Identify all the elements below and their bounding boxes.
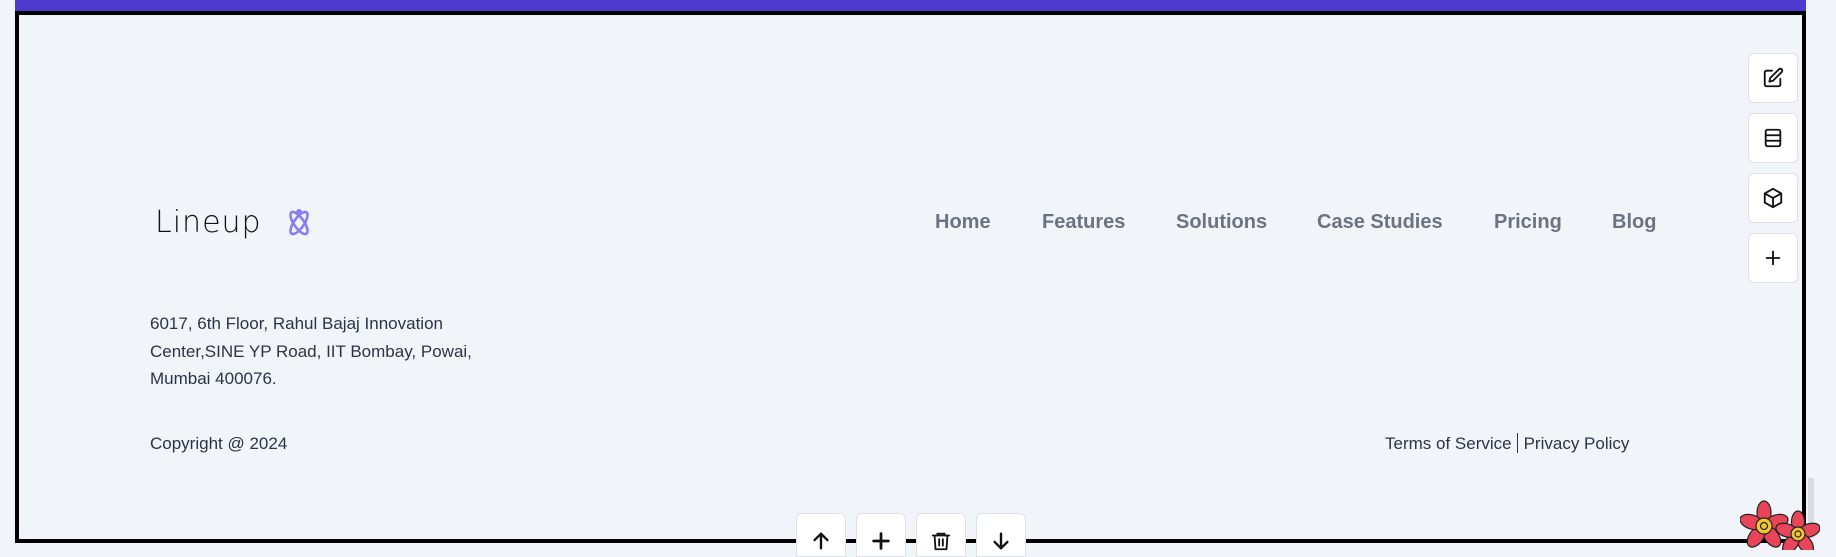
address-line-3: Mumbai 400076. [150,369,277,388]
legal-divider [1512,433,1524,453]
section-layout-button[interactable] [1748,113,1798,163]
delete-section-button[interactable] [916,513,966,557]
nav-link-features[interactable]: Features [1042,208,1125,236]
move-section-down-button[interactable] [976,513,1026,557]
layers-icon [1764,128,1782,148]
terms-of-service-link[interactable]: Terms of Service [1385,434,1512,453]
below-frame-area [15,543,1806,550]
right-gutter [1806,0,1836,550]
nav-link-pricing[interactable]: Pricing [1494,208,1562,236]
add-section-button[interactable] [856,513,906,557]
move-section-up-button[interactable] [796,513,846,557]
accent-top-bar [15,0,1806,11]
legal-links: Terms of Service Privacy Policy [1385,431,1629,457]
arrow-down-icon [993,532,1009,550]
nav-link-blog[interactable]: Blog [1612,208,1656,236]
trash-icon [931,532,951,551]
arrow-up-icon [813,532,829,550]
add-element-button[interactable] [1748,233,1798,283]
privacy-policy-link[interactable]: Privacy Policy [1524,434,1630,453]
edit-icon [1763,67,1784,88]
selected-section-frame [15,11,1806,550]
logo-wordmark: Lineup [155,205,262,240]
logo-mark-icon [289,209,309,236]
address-line-2: Center,SINE YP Road, IIT Bombay, Powai, [150,341,472,361]
company-address: 6017, 6th Floor, Rahul Bajaj Innovation … [150,310,510,393]
plus-icon [872,532,890,550]
plus-icon [1765,250,1781,266]
left-gutter [0,0,15,550]
floating-flower-widget-icon[interactable] [1740,498,1820,550]
edit-section-button[interactable] [1748,53,1798,103]
brand-logo[interactable]: Lineup [155,205,315,241]
nav-link-solutions[interactable]: Solutions [1176,208,1267,236]
copyright-text: Copyright @ 2024 [150,434,288,453]
components-button[interactable] [1748,173,1798,223]
address-line-1: 6017, 6th Floor, Rahul Bajaj Innovation [150,314,443,333]
nav-link-case-studies[interactable]: Case Studies [1317,208,1443,236]
nav-link-home[interactable]: Home [935,208,991,236]
cube-icon [1763,187,1783,209]
